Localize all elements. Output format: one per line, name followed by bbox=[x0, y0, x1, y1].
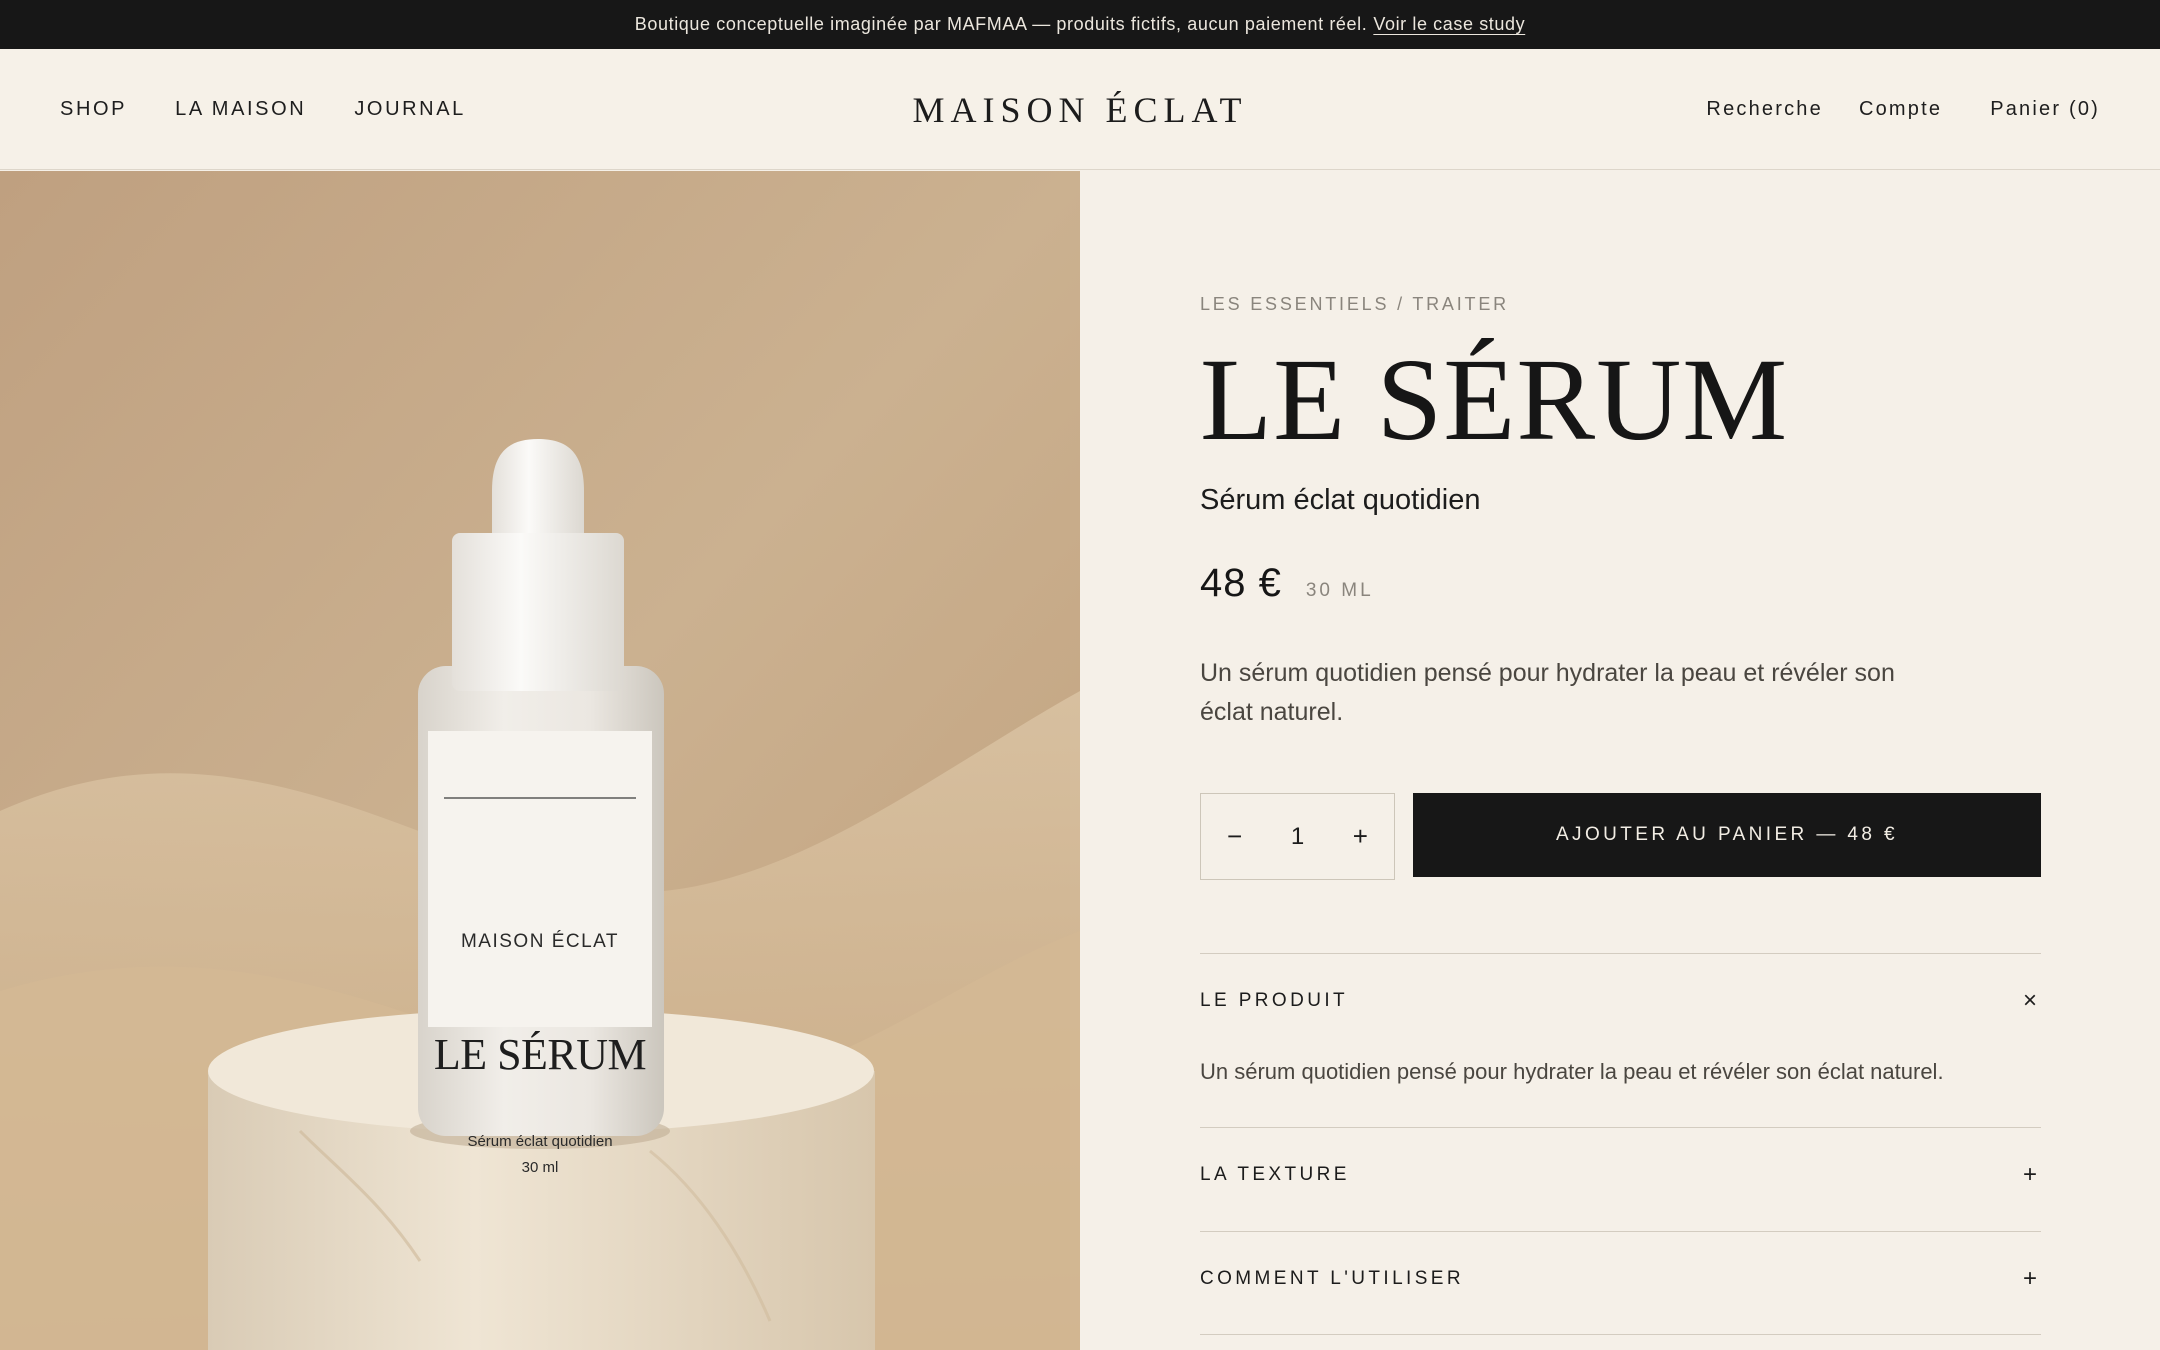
product-image: MAISON ÉCLAT LE SÉRUM Sérum éclat quotid… bbox=[0, 171, 1080, 1350]
close-icon[interactable]: × bbox=[2023, 987, 2041, 1015]
bottle-label-volume: 30 ml bbox=[521, 1159, 559, 1176]
accordion-divider bbox=[1200, 953, 2041, 954]
product-price: 48 € bbox=[1200, 561, 1282, 605]
search-link[interactable]: Recherche bbox=[1706, 98, 1823, 121]
site-header: SHOP LA MAISON JOURNAL MAISON ÉCLAT Rech… bbox=[0, 49, 2160, 170]
product-description: Un sérum quotidien pensé pour hydrater l… bbox=[1200, 659, 1895, 726]
announcement-text: Boutique conceptuelle imaginée par MAFMA… bbox=[634, 14, 1368, 34]
accordion-product-label: LE PRODUIT bbox=[1200, 990, 1349, 1011]
site-logo[interactable]: MAISON ÉCLAT bbox=[912, 89, 1247, 131]
bottle-label-brand: MAISON ÉCLAT bbox=[460, 931, 620, 952]
plus-icon[interactable]: + bbox=[2023, 1161, 2041, 1189]
case-study-link[interactable]: Voir le case study bbox=[1373, 14, 1525, 35]
accordion-texture-label: LA TEXTURE bbox=[1200, 1164, 1350, 1185]
add-to-cart-button[interactable]: AJOUTER AU PANIER — 48 € bbox=[1413, 793, 2041, 877]
quantity-stepper: − 1 + bbox=[1200, 793, 1395, 880]
accordion-texture-header[interactable]: LA TEXTURE + bbox=[1200, 1153, 2041, 1197]
announcement-bar: Boutique conceptuelle imaginée par MAFMA… bbox=[0, 0, 2160, 49]
product-subtitle: Sérum éclat quotidien bbox=[1200, 484, 1481, 516]
nav-la-maison[interactable]: LA MAISON bbox=[175, 98, 306, 121]
accordion-divider bbox=[1200, 1334, 2041, 1335]
accordion-usage-header[interactable]: COMMENT L'UTILISER + bbox=[1200, 1257, 2041, 1301]
nav-journal[interactable]: JOURNAL bbox=[354, 98, 466, 121]
utility-nav: Recherche Compte Panier (0) bbox=[1706, 49, 2100, 170]
accordion-divider bbox=[1200, 1127, 2041, 1128]
breadcrumb[interactable]: LES ESSENTIELS / TRAITER bbox=[1200, 294, 1509, 315]
accordion-usage-label: COMMENT L'UTILISER bbox=[1200, 1268, 1465, 1289]
quantity-increase-button[interactable]: + bbox=[1353, 821, 1368, 852]
price-row: 48 € 30 ML bbox=[1200, 561, 1374, 606]
quantity-value[interactable]: 1 bbox=[1291, 823, 1304, 851]
accordion-product-content: Un sérum quotidien pensé pour hydrater l… bbox=[1200, 1059, 1944, 1084]
product-volume: 30 ML bbox=[1305, 580, 1374, 601]
accordion-divider bbox=[1200, 1231, 2041, 1232]
bottle-label-desc: Sérum éclat quotidien bbox=[467, 1133, 613, 1150]
cart-link[interactable]: Panier (0) bbox=[1990, 98, 2100, 121]
main-nav: SHOP LA MAISON JOURNAL bbox=[60, 49, 466, 170]
product-title: LE SÉRUM bbox=[1200, 334, 1789, 465]
nav-shop[interactable]: SHOP bbox=[60, 98, 127, 121]
bottle-label-name: LE SÉRUM bbox=[433, 1030, 647, 1079]
quantity-decrease-button[interactable]: − bbox=[1227, 821, 1242, 852]
plus-icon[interactable]: + bbox=[2023, 1265, 2041, 1293]
accordion-product-header[interactable]: LE PRODUIT × bbox=[1200, 979, 2041, 1023]
account-link[interactable]: Compte bbox=[1859, 98, 1942, 121]
